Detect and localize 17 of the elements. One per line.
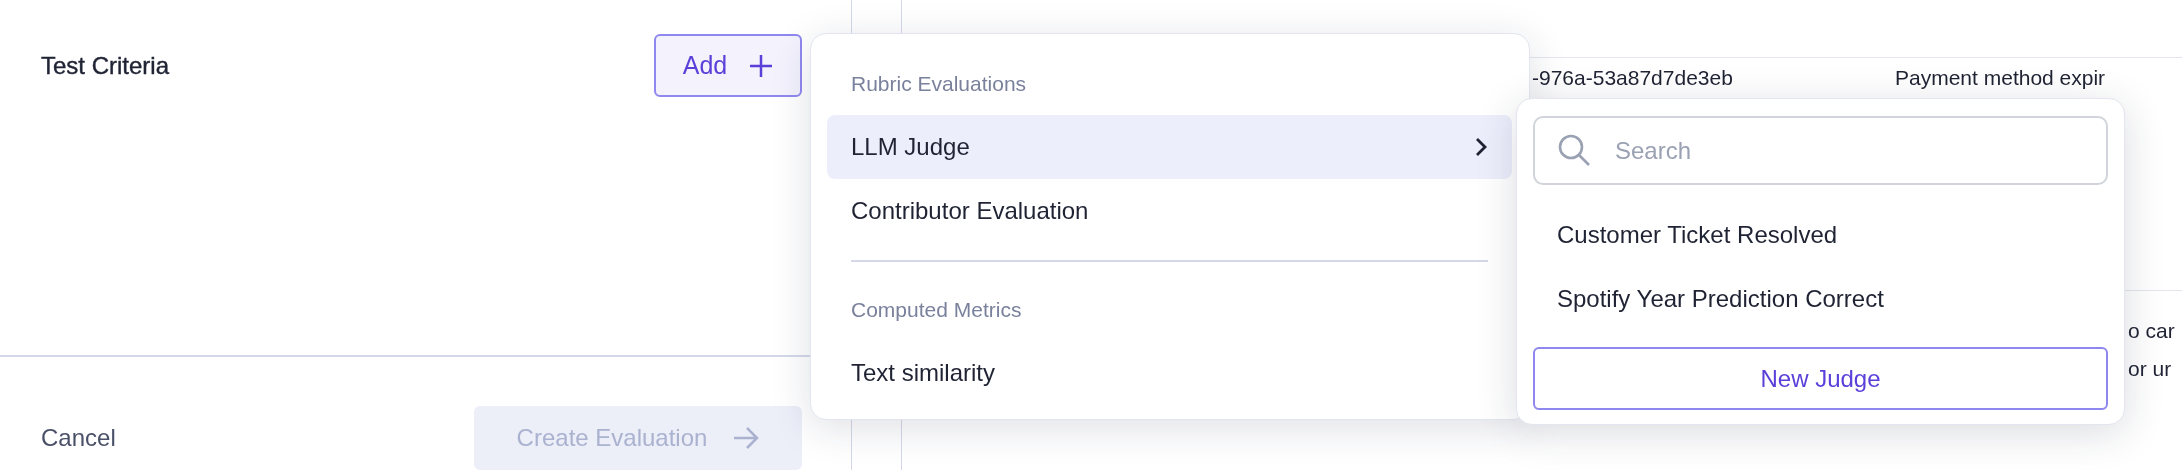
menu-item[interactable]: LLM Judge — [827, 115, 1512, 179]
cancel-link[interactable]: Cancel — [41, 406, 116, 470]
search-icon — [1557, 133, 1591, 167]
plus-icon — [749, 53, 774, 78]
section-title: Test Criteria — [41, 51, 170, 81]
table-cell-text: Payment method expir — [1895, 66, 2107, 90]
table-cell-text: o car — [2128, 319, 2176, 343]
menu-section-heading: Rubric Evaluations — [850, 71, 1028, 97]
new-judge-button[interactable]: New Judge — [1533, 347, 2108, 410]
menu-section-heading: Computed Metrics — [850, 297, 1023, 323]
add-button[interactable]: Add — [654, 34, 802, 97]
arrow-right-icon — [733, 427, 760, 449]
judge-option[interactable]: Customer Ticket Resolved — [1533, 203, 2108, 267]
table-cell-text: or ur — [2128, 357, 2173, 381]
table-cell-text: -976a-53a87d7de3eb — [1532, 66, 1734, 90]
search-field[interactable]: Search — [1533, 116, 2108, 185]
judge-option[interactable]: Spotify Year Prediction Correct — [1533, 267, 2108, 331]
